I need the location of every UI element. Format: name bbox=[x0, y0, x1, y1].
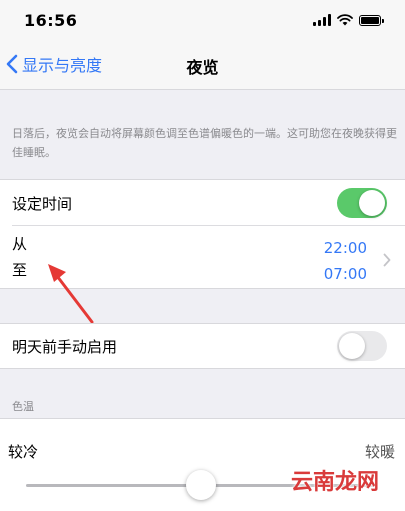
scheduled-toggle[interactable] bbox=[337, 188, 387, 218]
color-temp-slider-thumb[interactable] bbox=[186, 470, 216, 500]
from-time: 22:00 bbox=[323, 239, 367, 257]
watermark: 云南龙网 bbox=[290, 470, 379, 495]
nav-bar: 显示与亮度 夜览 bbox=[0, 40, 405, 90]
color-temp-section-label: 色温 bbox=[12, 400, 34, 413]
battery-icon bbox=[359, 14, 384, 26]
cellular-signal-icon bbox=[313, 14, 331, 26]
manual-row: 明天前手动启用 bbox=[0, 324, 405, 368]
annotation-arrow-icon bbox=[48, 264, 94, 324]
manual-label: 明天前手动启用 bbox=[12, 337, 118, 356]
chevron-right-icon bbox=[383, 253, 391, 267]
to-label: 至 bbox=[12, 261, 28, 279]
schedule-times: 22:00 07:00 bbox=[324, 235, 367, 287]
schedule-labels: 从 至 bbox=[12, 231, 27, 283]
from-label: 从 bbox=[12, 235, 28, 253]
scheduled-row: 设定时间 bbox=[0, 180, 405, 226]
warmer-label: 较暖 bbox=[364, 443, 395, 461]
status-time: 16:56 bbox=[24, 10, 78, 30]
status-bar: 16:56 bbox=[0, 0, 405, 40]
toggle-knob bbox=[339, 333, 365, 359]
wifi-icon bbox=[337, 14, 353, 26]
page-title: 夜览 bbox=[186, 58, 219, 77]
night-shift-description: 日落后，夜览会自动将屏幕颜色调至色谱偏暖色的一端。这可助您在夜晚获得更佳睡眠。 bbox=[12, 127, 397, 159]
toggle-knob bbox=[359, 190, 385, 216]
manual-group: 明天前手动启用 bbox=[0, 323, 405, 369]
to-time: 07:00 bbox=[323, 265, 367, 283]
scheduled-label: 设定时间 bbox=[12, 194, 73, 213]
status-icons bbox=[313, 14, 384, 26]
cooler-label: 较冷 bbox=[8, 443, 39, 461]
manual-toggle[interactable] bbox=[337, 331, 387, 361]
